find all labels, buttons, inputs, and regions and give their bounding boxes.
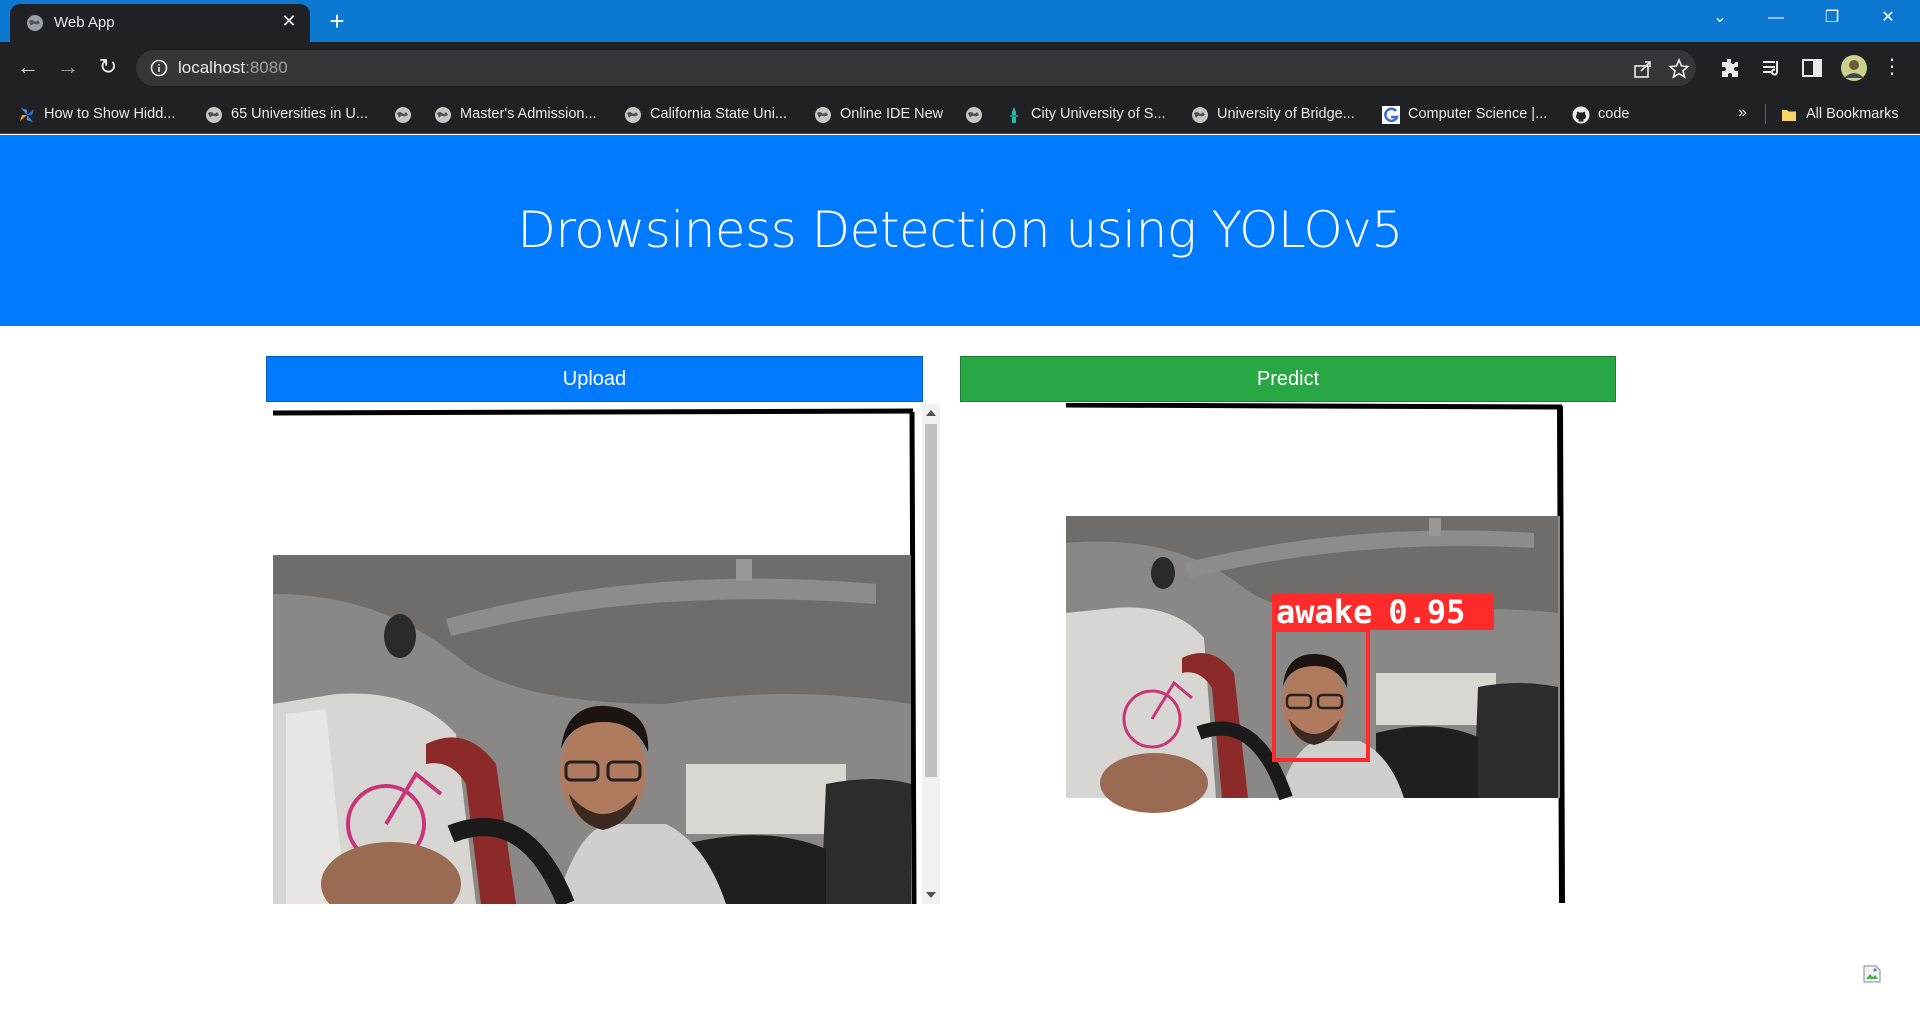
tab-close-icon[interactable]: ✕ xyxy=(278,10,300,32)
address-bar[interactable]: localhost:8080 xyxy=(136,50,1696,86)
uploaded-image xyxy=(266,404,941,904)
extensions-icon[interactable] xyxy=(1718,56,1742,80)
globe-icon xyxy=(27,15,43,31)
folder-icon xyxy=(1782,110,1796,121)
side-panel-icon[interactable] xyxy=(1800,56,1824,80)
bookmarks-bar: How to Show Hidd... 65 Universities in U… xyxy=(0,94,1920,134)
browser-toolbar: ← → ↻ localhost:8080 ⋮ xyxy=(0,42,1920,94)
broken-image-icon xyxy=(1863,965,1881,983)
bookmark-star-icon[interactable] xyxy=(1668,58,1690,80)
globe-icon[interactable] xyxy=(965,106,983,124)
browser-titlebar: Web App ✕ + ⌄ — ❐ ✕ xyxy=(0,0,1920,42)
globe-icon xyxy=(815,107,831,123)
predict-button[interactable]: Predict xyxy=(960,356,1616,402)
preview-scrollbar[interactable] xyxy=(922,404,940,904)
prediction-image: awake 0.95 xyxy=(1064,403,1578,903)
avatar[interactable] xyxy=(1840,54,1868,82)
github-icon xyxy=(1572,106,1590,124)
globe-icon xyxy=(435,107,451,123)
restore-button[interactable]: ❐ xyxy=(1804,0,1860,38)
uploaded-image-panel[interactable] xyxy=(266,404,941,904)
share-icon[interactable] xyxy=(1632,58,1654,80)
media-queue-icon[interactable] xyxy=(1760,56,1784,80)
tab-title: Web App xyxy=(54,14,115,31)
url-text[interactable]: localhost:8080 xyxy=(178,58,288,78)
globe-icon[interactable] xyxy=(394,106,412,124)
new-tab-button[interactable]: + xyxy=(322,7,352,37)
browser-tab[interactable]: Web App ✕ xyxy=(10,4,310,42)
back-icon[interactable]: ← xyxy=(14,54,42,82)
tower-icon xyxy=(1010,107,1018,123)
scrollbar-thumb[interactable] xyxy=(925,424,937,777)
minimize-button[interactable]: — xyxy=(1748,0,1804,38)
detection-label: awake 0.95 xyxy=(1276,593,1465,631)
pinwheel-icon xyxy=(20,108,34,122)
more-menu-icon[interactable]: ⋮ xyxy=(1878,54,1906,82)
page-header: Drowsiness Detection using YOLOv5 xyxy=(0,135,1920,326)
close-window-button[interactable]: ✕ xyxy=(1860,0,1916,38)
scroll-up-icon[interactable] xyxy=(926,410,936,416)
g-logo-icon xyxy=(1382,106,1400,124)
globe-icon xyxy=(1192,107,1208,123)
forward-icon[interactable]: → xyxy=(54,54,82,82)
scroll-down-icon[interactable] xyxy=(926,892,936,898)
upload-button[interactable]: Upload xyxy=(266,356,923,402)
bookmarks-overflow-button[interactable]: » xyxy=(1738,104,1747,126)
bookmarks-divider xyxy=(1765,104,1766,124)
reload-icon[interactable]: ↻ xyxy=(94,54,122,82)
site-info-icon[interactable] xyxy=(150,59,168,77)
globe-icon xyxy=(625,107,641,123)
tab-search-icon[interactable]: ⌄ xyxy=(1692,0,1748,38)
globe-icon xyxy=(206,107,222,123)
page-title: Drowsiness Detection using YOLOv5 xyxy=(517,201,1403,259)
